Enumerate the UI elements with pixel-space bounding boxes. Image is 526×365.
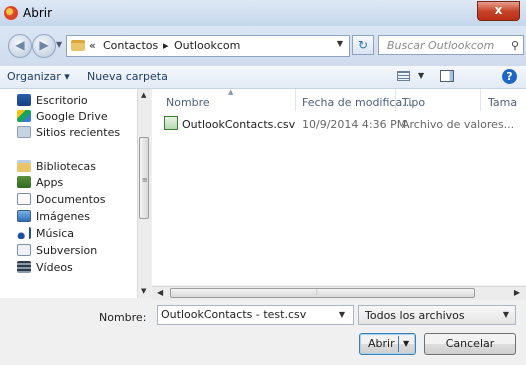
address-bar[interactable]: « Contactos ▸ Outlookcom ▼ (66, 35, 350, 57)
file-name: OutlookContacts.csv (182, 118, 296, 131)
navigation-pane-scrollbar[interactable]: ▲ ≡ ▼ (137, 89, 151, 298)
search-placeholder: Buscar Outlookcom (387, 39, 495, 52)
file-row[interactable]: OutlookContacts.csv 10/9/2014 4:36 PM Ar… (162, 115, 526, 133)
file-list: Nombre ▲ Fecha de modifica... Tipo Tama … (152, 88, 526, 285)
file-type: Archivo de valores... (402, 118, 515, 131)
nav-item-imagenes[interactable]: Imágenes (17, 210, 90, 226)
breadcrumb-contactos[interactable]: Contactos (103, 39, 158, 52)
scroll-up-icon[interactable]: ▲ (141, 91, 146, 99)
scroll-right-icon[interactable]: ▶ (514, 288, 520, 297)
nav-item-subversion[interactable]: Subversion (17, 244, 97, 260)
file-type-select[interactable]: Todos los archivos ▼ (358, 305, 516, 325)
file-name-dropdown-icon[interactable]: ▼ (339, 310, 345, 319)
open-button-label: Abrir (368, 337, 395, 350)
refresh-button[interactable]: ↻ (352, 35, 374, 55)
search-icon[interactable]: ⚲ (511, 39, 519, 52)
file-list-horizontal-scrollbar[interactable]: ◀ ⦙ ▶ (152, 286, 526, 300)
scroll-left-icon[interactable]: ◀ (157, 288, 163, 297)
breadcrumb-overflow[interactable]: « (89, 39, 96, 52)
recent-locations-dropdown[interactable]: ▼ (56, 40, 62, 49)
command-toolbar: Organizar ▾ Nueva carpeta ▼ ? (0, 66, 526, 89)
back-arrow-icon: ◀ (15, 38, 25, 52)
view-dropdown-icon[interactable]: ▼ (418, 71, 424, 80)
file-type-value: Todos los archivos (365, 309, 465, 322)
column-separator[interactable] (480, 89, 481, 111)
file-name-label: Nombre: (99, 311, 147, 324)
file-name-input[interactable] (161, 308, 331, 321)
column-separator[interactable] (395, 89, 396, 111)
subversion-icon (17, 244, 31, 256)
sort-ascending-icon: ▲ (228, 88, 234, 96)
csv-file-icon (164, 116, 178, 130)
search-box[interactable]: Buscar Outlookcom ⚲ (378, 35, 524, 55)
music-icon (17, 227, 31, 239)
images-icon (17, 210, 31, 222)
view-options-icon[interactable] (397, 71, 410, 81)
nav-item-documentos[interactable]: Documentos (17, 193, 105, 209)
refresh-icon: ↻ (357, 38, 369, 52)
new-folder-button[interactable]: Nueva carpeta (87, 70, 168, 83)
cancel-button[interactable]: Cancelar (424, 333, 516, 355)
close-button[interactable]: x (477, 1, 520, 21)
nav-item-musica[interactable]: Música (17, 227, 74, 243)
horizontal-scrollbar-thumb[interactable]: ⦙ (170, 287, 475, 298)
navigation-pane: Escritorio Google Drive Sitios recientes… (0, 89, 150, 298)
column-header-size[interactable]: Tama (488, 96, 517, 109)
recent-places-icon (17, 126, 31, 138)
organize-menu[interactable]: Organizar ▾ (7, 70, 70, 83)
navigation-bar: ◀ ▶ ▼ « Contactos ▸ Outlookcom ▼ ↻ Busca… (0, 26, 526, 66)
forward-arrow-icon: ▶ (39, 38, 49, 52)
scroll-down-icon[interactable]: ▼ (141, 287, 146, 295)
scroll-grip-icon: ⦙ (316, 287, 318, 296)
folder-icon (71, 40, 85, 51)
nav-item-videos[interactable]: Vídeos (17, 261, 73, 277)
column-header-name[interactable]: Nombre (166, 96, 210, 109)
file-type-dropdown-icon[interactable]: ▼ (503, 310, 509, 319)
split-divider (398, 336, 399, 352)
forward-button[interactable]: ▶ (32, 34, 56, 58)
libraries-icon (17, 160, 31, 172)
documents-icon (17, 193, 31, 205)
nav-item-sitios-recientes[interactable]: Sitios recientes (17, 126, 120, 142)
nav-item-google-drive[interactable]: Google Drive (17, 110, 108, 126)
file-date: 10/9/2014 4:36 PM (302, 118, 407, 131)
nav-item-escritorio[interactable]: Escritorio (17, 94, 88, 110)
column-separator[interactable] (295, 89, 296, 111)
breadcrumb-outlookcom[interactable]: Outlookcom (174, 39, 240, 52)
column-header-date[interactable]: Fecha de modifica... (302, 96, 413, 109)
videos-icon (17, 261, 31, 273)
help-icon[interactable]: ? (502, 69, 517, 84)
app-icon (4, 6, 18, 20)
breadcrumb-separator[interactable]: ▸ (163, 39, 169, 52)
scrollbar-thumb[interactable]: ≡ (139, 137, 149, 219)
column-header-type[interactable]: Tipo (402, 96, 425, 109)
file-name-field[interactable]: ▼ (157, 305, 354, 325)
preview-pane-icon[interactable] (440, 70, 454, 82)
scroll-grip-icon: ≡ (142, 176, 148, 184)
open-file-dialog: Abrir x ◀ ▶ ▼ « Contactos ▸ Outlookcom ▼… (0, 0, 526, 365)
title-bar: Abrir x (0, 0, 526, 26)
desktop-icon (17, 94, 31, 106)
back-button[interactable]: ◀ (8, 34, 32, 58)
nav-item-bibliotecas[interactable]: Bibliotecas (17, 160, 96, 176)
open-button[interactable]: Abrir ▼ (359, 333, 416, 355)
open-options-dropdown-icon[interactable]: ▼ (403, 334, 409, 354)
address-dropdown-icon[interactable]: ▼ (337, 39, 343, 48)
apps-icon (17, 176, 31, 188)
nav-item-apps[interactable]: Apps (17, 176, 63, 192)
google-drive-icon (17, 110, 31, 122)
window-title: Abrir (23, 6, 53, 20)
